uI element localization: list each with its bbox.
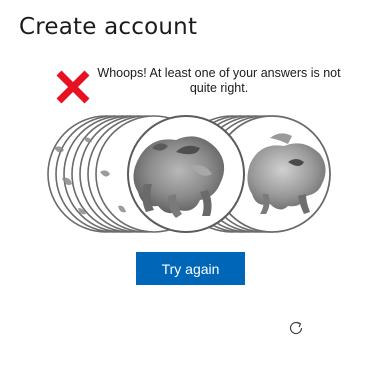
page-title: Create account [19, 14, 198, 40]
refresh-icon[interactable] [286, 318, 306, 338]
try-again-button[interactable]: Try again [136, 252, 245, 285]
animal-image-carousel[interactable] [40, 108, 340, 240]
carousel-center-tile [127, 115, 245, 233]
error-message: Whoops! At least one of your answers is … [97, 66, 341, 95]
error-x-icon [55, 69, 91, 105]
